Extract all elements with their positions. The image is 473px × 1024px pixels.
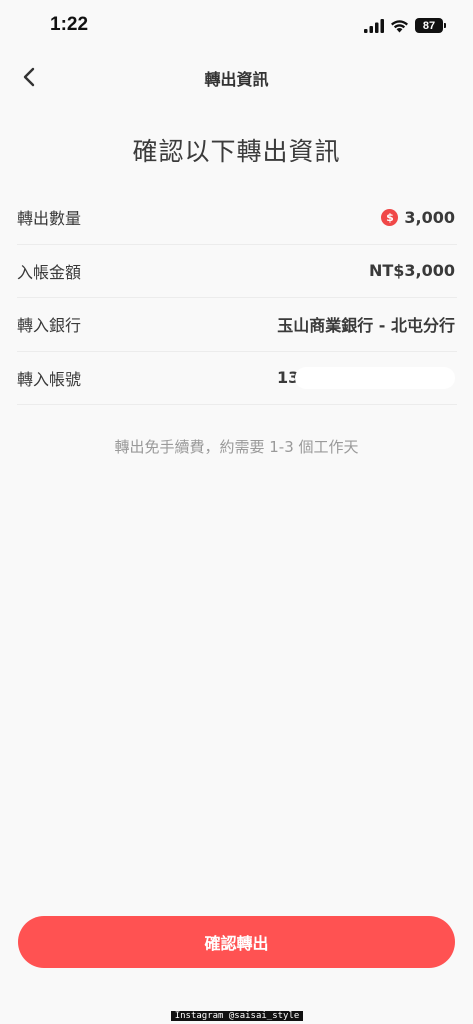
transfer-confirm-screen: 1:22 87 轉出資訊 確認以下轉出資訊 轉出數量 $ 3,000 入帳金額 …	[0, 0, 473, 1024]
row-credited-amount: 入帳金額 NT$3,000	[17, 245, 457, 298]
account-number-value: 13	[277, 366, 457, 390]
battery-level: 87	[422, 19, 436, 32]
status-time: 1:22	[50, 14, 89, 35]
wifi-icon	[391, 19, 408, 32]
status-bar: 1:22 87	[0, 0, 473, 54]
coin-icon: $	[381, 208, 399, 226]
redaction-mask	[295, 366, 455, 389]
signal-icon	[364, 18, 384, 33]
detail-label: 轉入銀行	[17, 316, 82, 336]
detail-label: 轉入帳號	[17, 369, 82, 389]
watermark: Instagram @saisai_style	[153, 1003, 321, 1024]
detail-value: $ 3,000	[381, 208, 457, 227]
watermark-text: Instagram @saisai_style	[170, 1011, 304, 1021]
fee-note: 轉出免手續費，約需要 1-3 個工作天	[114, 438, 359, 456]
confirm-transfer-button[interactable]: 確認轉出	[18, 916, 455, 968]
battery-icon: 87	[415, 18, 446, 33]
nav-bar: 轉出資訊	[0, 54, 473, 100]
bank-value: 玉山商業銀行 - 北屯分行	[277, 316, 455, 336]
row-account-number: 轉入帳號 13	[17, 352, 457, 405]
transfer-amount-value: 3,000	[404, 207, 455, 227]
row-bank: 轉入銀行 玉山商業銀行 - 北屯分行	[17, 298, 457, 352]
page-heading: 確認以下轉出資訊	[132, 137, 341, 166]
nav-title: 轉出資訊	[204, 70, 269, 89]
credited-amount-value: NT$3,000	[368, 261, 455, 281]
detail-label: 入帳金額	[17, 262, 82, 282]
detail-label: 轉出數量	[17, 209, 82, 229]
status-icons: 87	[364, 18, 446, 33]
row-transfer-amount: 轉出數量 $ 3,000	[17, 191, 457, 245]
confirm-transfer-label: 確認轉出	[204, 934, 269, 953]
transfer-details: 轉出數量 $ 3,000 入帳金額 NT$3,000 轉入銀行 玉山商業銀行 -…	[17, 191, 457, 405]
